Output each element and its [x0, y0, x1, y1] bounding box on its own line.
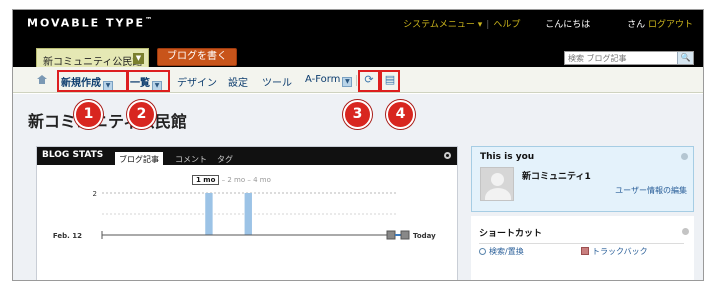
search-icon[interactable]: 🔍 — [677, 52, 693, 64]
close-icon[interactable] — [682, 228, 689, 235]
close-icon[interactable] — [681, 153, 688, 160]
highlight-view-site — [380, 70, 400, 92]
callout-badge-3: 3 — [343, 100, 372, 129]
x-end-label: Today — [413, 232, 436, 240]
x-start-label: Feb. 12 — [53, 232, 82, 240]
shortcuts-widget: ショートカット 検索/置換 トラックバック — [471, 216, 694, 280]
edit-profile-link[interactable]: ユーザー情報の編集 — [615, 185, 687, 196]
menu-design[interactable]: デザイン — [177, 74, 217, 89]
callout-badge-1: 1 — [74, 100, 103, 129]
menu-aform[interactable]: A-Form ▼ — [305, 74, 353, 87]
highlight-list-menu — [126, 70, 170, 92]
system-nav: システムメニュー ▾ | ヘルプ こんにちは さん ログアウト — [403, 20, 693, 30]
this-is-you-widget: This is you 新コミュニティ1 ユーザー情報の編集 — [471, 146, 694, 212]
blog-selector[interactable]: 新コミュニティ公民館 ▼ — [36, 48, 149, 68]
chevron-down-icon[interactable]: ▼ — [342, 77, 353, 87]
range-handle-right — [400, 230, 410, 240]
home-icon[interactable] — [37, 75, 47, 84]
tab-comments[interactable]: コメント — [171, 152, 211, 165]
stats-chart: 2 Feb. 12 Today — [53, 190, 436, 240]
chevron-down-icon[interactable]: ▼ — [133, 53, 144, 64]
close-icon[interactable] — [444, 152, 451, 159]
blog-stats-widget: BLOG STATS ブログ記事 コメント タグ 1 mo – 2 mo – 4… — [36, 146, 458, 280]
help-link[interactable]: ヘルプ — [493, 20, 520, 30]
user-name: 新コミュニティ1 — [522, 172, 591, 182]
search-input[interactable] — [565, 52, 677, 64]
search-icon — [479, 248, 486, 255]
global-header: MOVABLE TYPE™ システムメニュー ▾ | ヘルプ こんにちは さん ログ… — [13, 10, 703, 68]
menu-tools[interactable]: ツール — [262, 74, 292, 89]
greeting-text: こんにちは — [545, 20, 591, 30]
range-1mo[interactable]: 1 mo — [192, 175, 220, 185]
y-tick-label: 2 — [93, 190, 97, 198]
callout-badge-2: 2 — [127, 100, 156, 129]
callout-badge-4: 4 — [386, 100, 415, 129]
chart-bar — [244, 193, 252, 235]
page-title: 新コミュニティ公民館 — [28, 112, 188, 131]
menu-divider — [356, 75, 357, 86]
range-handle-bar — [395, 234, 401, 236]
tab-entries[interactable]: ブログ記事 — [115, 152, 163, 165]
range-other[interactable]: – 2 mo – 4 mo — [222, 176, 271, 184]
shortcut-search-replace[interactable]: 検索/置換 — [479, 246, 524, 257]
app-window: MOVABLE TYPE™ システムメニュー ▾ | ヘルプ こんにちは さん ログ… — [12, 9, 704, 281]
search-box: 🔍 — [564, 51, 694, 65]
tab-tags[interactable]: タグ — [213, 152, 237, 165]
range-handle-left — [386, 230, 396, 240]
user-suffix: さん — [627, 20, 646, 30]
blog-stats-header: BLOG STATS ブログ記事 コメント タグ — [37, 147, 457, 165]
divider — [479, 243, 684, 244]
logout-link[interactable]: ログアウト — [648, 20, 693, 30]
chart-bar — [205, 193, 213, 235]
highlight-new-menu — [57, 70, 129, 92]
shortcuts-title: ショートカット — [479, 229, 543, 239]
shortcut-trackback[interactable]: トラックバック — [581, 246, 648, 257]
system-menu-link[interactable]: システムメニュー ▾ — [403, 20, 482, 30]
avatar — [480, 167, 514, 201]
app-logo[interactable]: MOVABLE TYPE™ — [27, 16, 152, 30]
trackback-icon — [581, 247, 589, 255]
blog-stats-title: BLOG STATS — [42, 150, 104, 160]
this-is-you-title: This is you — [480, 152, 535, 162]
highlight-refresh — [358, 70, 380, 92]
range-selector: 1 mo – 2 mo – 4 mo — [192, 175, 271, 185]
write-entry-button[interactable]: ブログを書く — [157, 48, 237, 66]
menu-settings[interactable]: 設定 — [228, 74, 248, 89]
